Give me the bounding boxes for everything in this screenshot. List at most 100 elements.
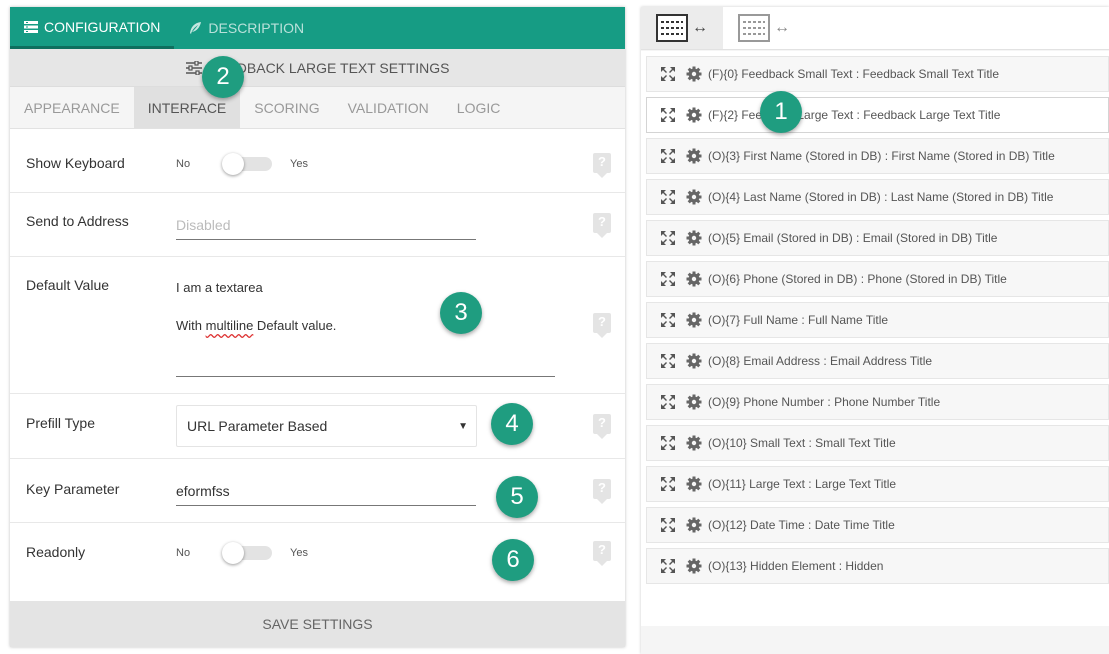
tab-description[interactable]: DESCRIPTION — [174, 7, 318, 49]
show-keyboard-row: Show Keyboard No Yes ? — [10, 129, 625, 193]
layout-expanded-button[interactable]: ↔ — [723, 7, 805, 49]
list-item-label: (O){3} First Name (Stored in DB) : First… — [708, 149, 1055, 163]
list-item-label: (O){12} Date Time : Date Time Title — [708, 518, 895, 532]
annotation-badge-4: 4 — [491, 403, 533, 445]
expand-icon — [661, 231, 675, 245]
send-to-address-row: Send to Address ? — [10, 193, 625, 257]
gear-icon — [686, 517, 702, 533]
element-list: (F){0} Feedback Small Text : Feedback Sm… — [641, 51, 1109, 626]
prefill-type-selected-value: URL Parameter Based — [187, 418, 328, 434]
list-item-label: (O){6} Phone (Stored in DB) : Phone (Sto… — [708, 272, 1007, 286]
tab-configuration[interactable]: CONFIGURATION — [10, 7, 175, 49]
default-value-row: Default Value I am a textarea With multi… — [10, 257, 625, 394]
list-item-label: (O){9} Phone Number : Phone Number Title — [708, 395, 941, 409]
help-icon[interactable]: ? — [593, 414, 611, 439]
tab-scoring[interactable]: SCORING — [240, 87, 333, 128]
list-item[interactable]: (O){9} Phone Number : Phone Number Title — [646, 384, 1109, 420]
list-item[interactable]: (O){7} Full Name : Full Name Title — [646, 302, 1109, 338]
help-icon[interactable]: ? — [593, 213, 611, 238]
list-item[interactable]: (O){8} Email Address : Email Address Tit… — [646, 343, 1109, 379]
key-parameter-input[interactable] — [176, 483, 476, 506]
expand-icon — [661, 395, 675, 409]
settings-header: FEEDBACK LARGE TEXT SETTINGS — [10, 49, 625, 87]
list-item-label: (O){11} Large Text : Large Text Title — [708, 477, 897, 491]
help-icon[interactable]: ? — [593, 541, 611, 566]
gear-icon — [686, 558, 702, 574]
annotation-badge-5: 5 — [496, 476, 538, 518]
list-item[interactable]: (F){2} Feedback Large Text : Feedback La… — [646, 97, 1109, 133]
expand-icon — [661, 559, 675, 573]
expand-icon — [661, 108, 675, 122]
list-item-label: (F){2} Feedback Large Text : Feedback La… — [708, 108, 1001, 122]
list-item[interactable]: (O){12} Date Time : Date Time Title — [646, 507, 1109, 543]
list-item[interactable]: (O){13} Hidden Element : Hidden — [646, 548, 1109, 584]
textarea-text: Default value. — [253, 318, 337, 333]
expand-icon — [661, 518, 675, 532]
arrows-horizontal-icon: ↔ — [774, 19, 790, 36]
top-tab-bar: CONFIGURATION DESCRIPTION — [10, 7, 625, 49]
default-value-label: Default Value — [26, 277, 110, 293]
tab-logic[interactable]: LOGIC — [443, 87, 515, 128]
layout-toolbar: ↔ ↔ — [641, 7, 1109, 50]
prefill-type-label: Prefill Type — [26, 415, 95, 431]
settings-panel: CONFIGURATION DESCRIPTION FEEDBACK LARGE… — [10, 7, 625, 647]
expand-icon — [661, 67, 675, 81]
readonly-no-label: No — [176, 547, 191, 559]
show-keyboard-toggle[interactable] — [222, 153, 272, 175]
tab-appearance[interactable]: APPEARANCE — [10, 87, 134, 128]
expand-icon — [661, 354, 675, 368]
expand-icon — [661, 436, 675, 450]
textarea-text: With — [176, 318, 206, 333]
readonly-label: Readonly — [26, 544, 86, 560]
list-item[interactable]: (O){3} First Name (Stored in DB) : First… — [646, 138, 1109, 174]
prefill-type-select[interactable]: URL Parameter Based ▼ — [176, 405, 477, 447]
gear-icon — [686, 271, 702, 287]
expand-icon — [661, 313, 675, 327]
send-to-address-input[interactable] — [176, 217, 476, 240]
layout-grid-icon — [738, 14, 770, 42]
gear-icon — [686, 230, 702, 246]
readonly-yes-label: Yes — [290, 547, 308, 559]
list-item-label: (O){5} Email (Stored in DB) : Email (Sto… — [708, 231, 998, 245]
annotation-badge-2: 2 — [202, 56, 244, 98]
layout-compact-button[interactable]: ↔ — [641, 7, 723, 49]
sub-tab-bar: APPEARANCE INTERFACE SCORING VALIDATION … — [10, 87, 625, 129]
list-item-label: (O){10} Small Text : Small Text Title — [708, 436, 896, 450]
gear-icon — [686, 148, 702, 164]
list-item[interactable]: (O){6} Phone (Stored in DB) : Phone (Sto… — [646, 261, 1109, 297]
list-item[interactable]: (O){5} Email (Stored in DB) : Email (Sto… — [646, 220, 1109, 256]
gear-icon — [686, 66, 702, 82]
list-item[interactable]: (O){4} Last Name (Stored in DB) : Last N… — [646, 179, 1109, 215]
toggle-knob — [222, 153, 244, 175]
gear-icon — [686, 394, 702, 410]
save-settings-button[interactable]: SAVE SETTINGS — [10, 601, 625, 647]
default-value-textarea[interactable]: I am a textarea With multiline Default v… — [176, 269, 555, 377]
expand-icon — [661, 149, 675, 163]
gear-icon — [686, 107, 702, 123]
help-icon[interactable]: ? — [593, 313, 611, 338]
readonly-toggle[interactable] — [222, 542, 272, 564]
list-item[interactable]: (O){11} Large Text : Large Text Title — [646, 466, 1109, 502]
list-icon — [24, 20, 38, 33]
list-item[interactable]: (F){0} Feedback Small Text : Feedback Sm… — [646, 56, 1109, 92]
list-item-label: (O){4} Last Name (Stored in DB) : Last N… — [708, 190, 1054, 204]
annotation-badge-3: 3 — [440, 292, 482, 334]
arrows-horizontal-icon: ↔ — [692, 19, 708, 36]
tab-validation[interactable]: VALIDATION — [334, 87, 443, 128]
help-icon[interactable]: ? — [593, 153, 611, 178]
settings-title: FEEDBACK LARGE TEXT SETTINGS — [209, 59, 450, 76]
textarea-line-1: I am a textarea — [176, 280, 263, 295]
annotation-badge-1: 1 — [760, 91, 802, 133]
tab-configuration-label: CONFIGURATION — [44, 18, 161, 35]
tab-description-label: DESCRIPTION — [208, 20, 305, 36]
list-item[interactable]: (O){10} Small Text : Small Text Title — [646, 425, 1109, 461]
expand-icon — [661, 477, 675, 491]
help-icon[interactable]: ? — [593, 479, 611, 504]
list-item-label: (O){7} Full Name : Full Name Title — [708, 313, 889, 327]
list-item-label: (F){0} Feedback Small Text : Feedback Sm… — [708, 67, 1000, 81]
elements-panel: ↔ ↔ (F){0} Feedback Small Text : Feedbac… — [641, 7, 1109, 654]
key-parameter-label: Key Parameter — [26, 481, 120, 497]
gear-icon — [686, 476, 702, 492]
send-to-address-label: Send to Address — [26, 213, 129, 229]
annotation-badge-6: 6 — [492, 539, 534, 581]
